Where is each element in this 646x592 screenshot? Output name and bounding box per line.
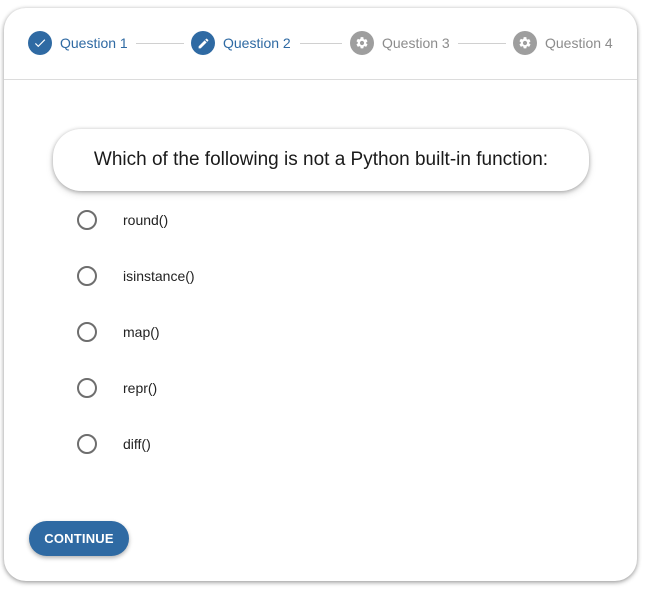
option-map[interactable]: map(): [77, 319, 160, 345]
option-label: repr(): [123, 380, 158, 396]
option-label: map(): [123, 324, 160, 340]
step-label: Question 4: [545, 35, 613, 51]
option-label: isinstance(): [123, 268, 195, 284]
gear-icon: [350, 31, 374, 55]
step-question-2[interactable]: Question 2: [191, 31, 291, 55]
radio-button[interactable]: [77, 266, 97, 286]
question-bubble: Which of the following is not a Python b…: [53, 129, 589, 191]
step-label: Question 3: [382, 35, 450, 51]
option-diff[interactable]: diff(): [77, 431, 151, 457]
radio-button[interactable]: [77, 210, 97, 230]
continue-button[interactable]: CONTINUE: [29, 521, 129, 556]
gear-icon: [513, 31, 537, 55]
step-label: Question 1: [60, 35, 128, 51]
option-isinstance[interactable]: isinstance(): [77, 263, 195, 289]
step-question-4[interactable]: Question 4: [513, 31, 613, 55]
option-round[interactable]: round(): [77, 207, 168, 233]
step-connector: [458, 43, 506, 44]
radio-button[interactable]: [77, 322, 97, 342]
option-repr[interactable]: repr(): [77, 375, 157, 401]
question-text: Which of the following is not a Python b…: [93, 149, 549, 170]
stepper: Question 1 Question 2 Question 3 Questio…: [4, 8, 637, 80]
step-question-1[interactable]: Question 1: [28, 31, 128, 55]
option-label: round(): [123, 212, 169, 228]
option-label: diff(): [123, 436, 151, 452]
step-connector: [300, 43, 342, 44]
radio-button[interactable]: [77, 434, 97, 454]
step-question-3[interactable]: Question 3: [350, 31, 450, 55]
quiz-card: Question 1 Question 2 Question 3 Questio…: [4, 8, 637, 581]
pencil-icon: [191, 31, 215, 55]
step-connector: [136, 43, 184, 44]
check-icon: [28, 31, 52, 55]
radio-button[interactable]: [77, 378, 97, 398]
step-label: Question 2: [223, 35, 291, 51]
